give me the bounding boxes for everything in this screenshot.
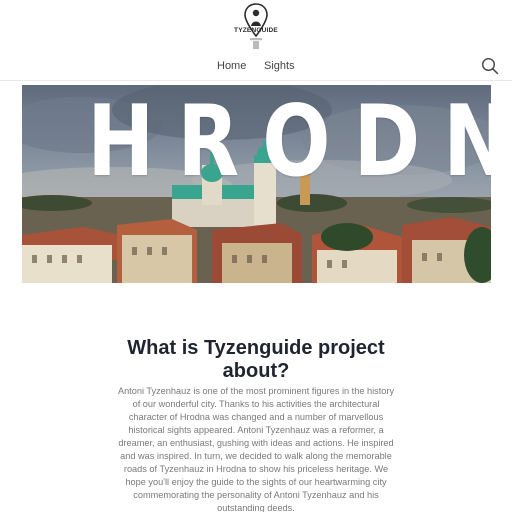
logo-text: TYZENGUIDE	[234, 27, 278, 34]
hero-banner: HRODNA	[22, 85, 491, 283]
nav-home-link[interactable]: Home	[217, 57, 246, 75]
site-header: TYZENGUIDE Home Sights	[0, 0, 512, 81]
about-heading: What is Tyzenguide project about?	[127, 337, 385, 383]
site-logo[interactable]: TYZENGUIDE	[224, 0, 288, 52]
page: TYZENGUIDE Home Sights HROD What is Tyze…	[0, 0, 512, 512]
pin-logo-icon	[244, 3, 268, 49]
hero-city-title: HRODNA	[87, 85, 491, 199]
nav-sights-link[interactable]: Sights	[264, 57, 295, 75]
search-icon	[481, 57, 499, 75]
main-nav: Home Sights	[0, 57, 512, 75]
about-paragraph: Antoni Tyzenhauz is one of the most prom…	[117, 386, 395, 512]
search-button[interactable]	[480, 56, 500, 76]
